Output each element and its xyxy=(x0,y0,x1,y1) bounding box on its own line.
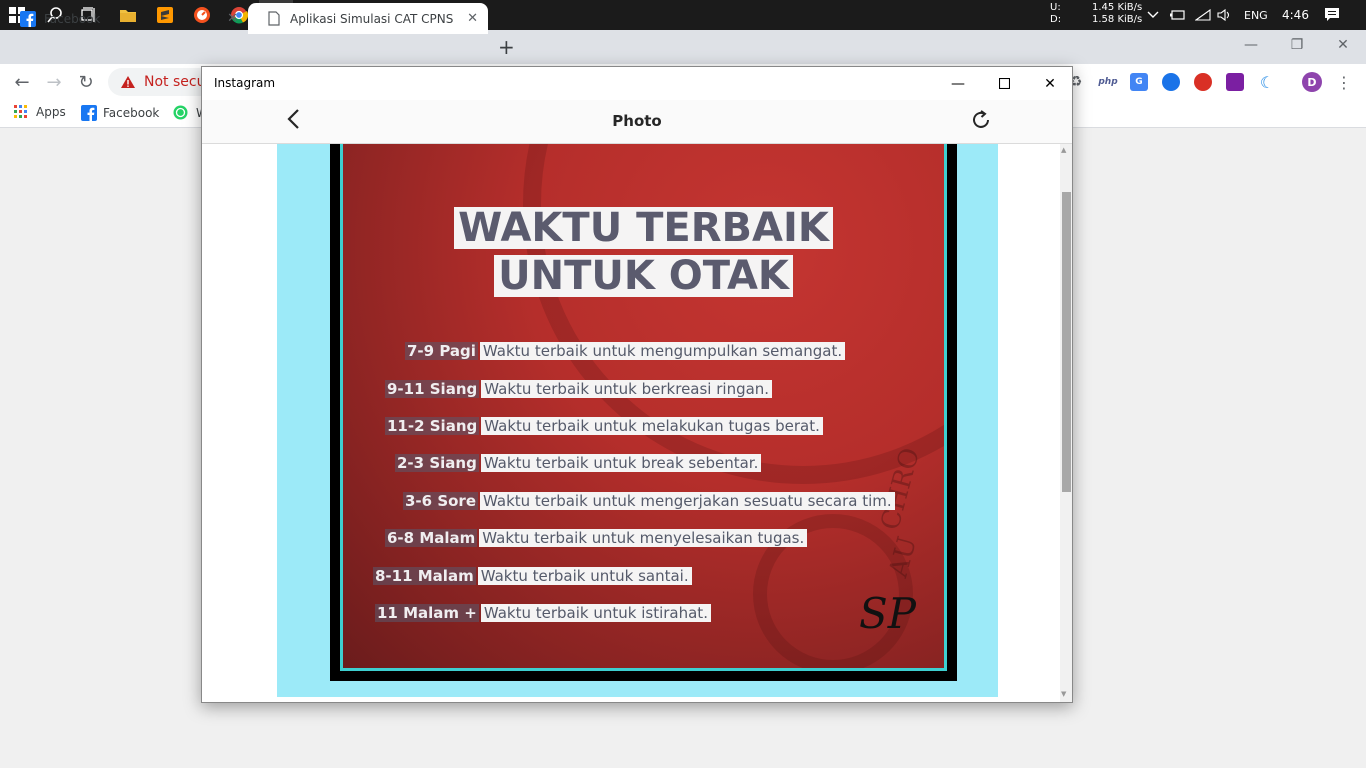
schedule-row: 7-9 Pagi Waktu terbaik untuk mengumpulka… xyxy=(405,341,846,361)
net-down-speed: 1.58 KiB/s xyxy=(1092,14,1143,25)
clock[interactable]: 4:46 xyxy=(1282,0,1309,30)
extension-blue-circle-icon[interactable] xyxy=(1162,73,1180,91)
menu-kebab-icon[interactable]: ⋮ xyxy=(1332,70,1356,94)
wifi-icon[interactable] xyxy=(1195,0,1211,30)
action-center-icon[interactable] xyxy=(1324,0,1340,30)
schedule-time: 8-11 Malam xyxy=(373,567,476,585)
tab-facebook[interactable]: Facebook ✕ xyxy=(0,3,248,34)
warning-icon xyxy=(121,76,135,88)
net-up-speed: 1.45 KiB/s xyxy=(1092,2,1143,13)
extension-moon-icon[interactable]: ☾ xyxy=(1258,73,1276,92)
facebook-icon xyxy=(81,105,97,121)
net-down-label: D: xyxy=(1050,14,1062,25)
popup-maximize-button[interactable] xyxy=(981,67,1027,100)
browser-restore-button[interactable]: ❐ xyxy=(1274,30,1320,60)
schedule-row: 9-11 Siang Waktu terbaik untuk berkreasi… xyxy=(385,379,773,399)
headline-line-2: UNTUK OTAK xyxy=(343,255,944,297)
forward-arrow-icon[interactable]: → xyxy=(42,70,66,94)
extension-php-icon[interactable]: php xyxy=(1097,73,1119,91)
schedule-time: 6-8 Malam xyxy=(385,529,478,547)
browser-tabstrip xyxy=(0,30,1366,64)
language-indicator[interactable]: ENG xyxy=(1244,0,1268,30)
instagram-header: Photo xyxy=(202,100,1072,144)
schedule-time: 7-9 Pagi xyxy=(405,342,478,360)
scroll-down-icon[interactable]: ▼ xyxy=(1061,690,1066,698)
popup-titlebar[interactable]: Instagram — ✕ xyxy=(202,67,1072,100)
signature-logo: SP xyxy=(859,589,917,638)
browser-close-button[interactable]: ✕ xyxy=(1320,30,1366,60)
schedule-time: 9-11 Siang xyxy=(385,380,480,398)
page-title: Photo xyxy=(612,112,662,130)
schedule-time: 3-6 Sore xyxy=(403,492,479,510)
tab-aplikasi-simulasi[interactable]: Aplikasi Simulasi CAT CPNS ✕ xyxy=(248,3,488,34)
extension-translate-icon[interactable]: G xyxy=(1130,73,1148,91)
popup-close-button[interactable]: ✕ xyxy=(1027,67,1073,100)
net-up-label: U: xyxy=(1050,2,1061,13)
extension-purple-icon[interactable] xyxy=(1226,73,1244,91)
schedule-time: 11-2 Siang xyxy=(385,417,480,435)
new-tab-button[interactable]: + xyxy=(498,35,515,59)
popup-window-title: Instagram xyxy=(214,76,276,90)
schedule-desc: Waktu terbaik untuk break sebentar. xyxy=(480,454,762,472)
tray-chevron-icon[interactable] xyxy=(1147,0,1159,30)
bookmark-apps[interactable]: Apps xyxy=(14,105,66,119)
schedule-time: 2-3 Siang xyxy=(395,454,479,472)
facebook-icon xyxy=(20,10,36,27)
page-icon xyxy=(268,11,280,26)
close-tab-icon[interactable]: ✕ xyxy=(227,11,238,26)
browser-minimize-button[interactable]: — xyxy=(1228,30,1274,60)
schedule-desc: Waktu terbaik untuk berkreasi ringan. xyxy=(481,380,773,398)
schedule-time: 11 Malam + xyxy=(375,604,479,622)
tab-label: Aplikasi Simulasi CAT CPNS xyxy=(290,11,454,26)
schedule-desc: Waktu terbaik untuk menyelesaikan tugas. xyxy=(479,529,808,547)
schedule-row: 2-3 Siang Waktu terbaik untuk break sebe… xyxy=(395,453,762,473)
battery-icon[interactable] xyxy=(1170,0,1186,30)
bookmark-facebook[interactable]: Facebook xyxy=(81,105,159,121)
photo-content: CHRO AU WAKTU TERBAIK UNTUK OTAK 7-9 Pag… xyxy=(202,144,1072,702)
extension-block-icon[interactable] xyxy=(1194,73,1212,91)
whatsapp-icon xyxy=(173,105,188,120)
refresh-icon[interactable] xyxy=(970,109,992,137)
maximize-icon xyxy=(998,78,1010,89)
schedule-desc: Waktu terbaik untuk mengerjakan sesuatu … xyxy=(480,492,895,510)
scroll-thumb[interactable] xyxy=(1062,192,1071,492)
back-arrow-icon[interactable]: ← xyxy=(10,70,34,94)
schedule-row: 3-6 Sore Waktu terbaik untuk mengerjakan… xyxy=(403,491,895,511)
headline-line-1: WAKTU TERBAIK xyxy=(343,207,944,249)
instagram-popup-window: Instagram — ✕ Photo CHRO AU WAKTU TERBAI… xyxy=(201,66,1073,703)
volume-icon[interactable] xyxy=(1217,0,1233,30)
tab-label: Facebook xyxy=(44,11,101,26)
schedule-desc: Waktu terbaik untuk istirahat. xyxy=(480,604,711,622)
schedule-desc: Waktu terbaik untuk santai. xyxy=(477,567,692,585)
schedule-row: 6-8 Malam Waktu terbaik untuk menyelesai… xyxy=(385,528,808,548)
close-tab-icon[interactable]: ✕ xyxy=(467,11,478,26)
schedule-row: 8-11 Malam Waktu terbaik untuk santai. xyxy=(373,566,692,586)
poster-image: CHRO AU WAKTU TERBAIK UNTUK OTAK 7-9 Pag… xyxy=(330,144,957,681)
poster-inner: CHRO AU WAKTU TERBAIK UNTUK OTAK 7-9 Pag… xyxy=(340,144,947,671)
schedule-desc: Waktu terbaik untuk mengumpulkan semanga… xyxy=(479,342,846,360)
schedule-row: 11-2 Siang Waktu terbaik untuk melakukan… xyxy=(385,416,823,436)
popup-minimize-button[interactable]: — xyxy=(935,67,981,100)
schedule-desc: Waktu terbaik untuk melakukan tugas bera… xyxy=(481,417,823,435)
apps-grid-icon xyxy=(14,105,27,118)
profile-avatar[interactable]: D xyxy=(1302,72,1322,92)
bookmark-label: Facebook xyxy=(103,106,160,120)
reload-icon[interactable]: ↻ xyxy=(74,70,98,94)
popup-scrollbar[interactable]: ▲ ▼ xyxy=(1060,144,1072,702)
bookmark-label: Apps xyxy=(36,105,66,119)
schedule-row: 11 Malam + Waktu terbaik untuk istirahat… xyxy=(375,603,711,623)
scroll-up-icon[interactable]: ▲ xyxy=(1061,146,1066,154)
